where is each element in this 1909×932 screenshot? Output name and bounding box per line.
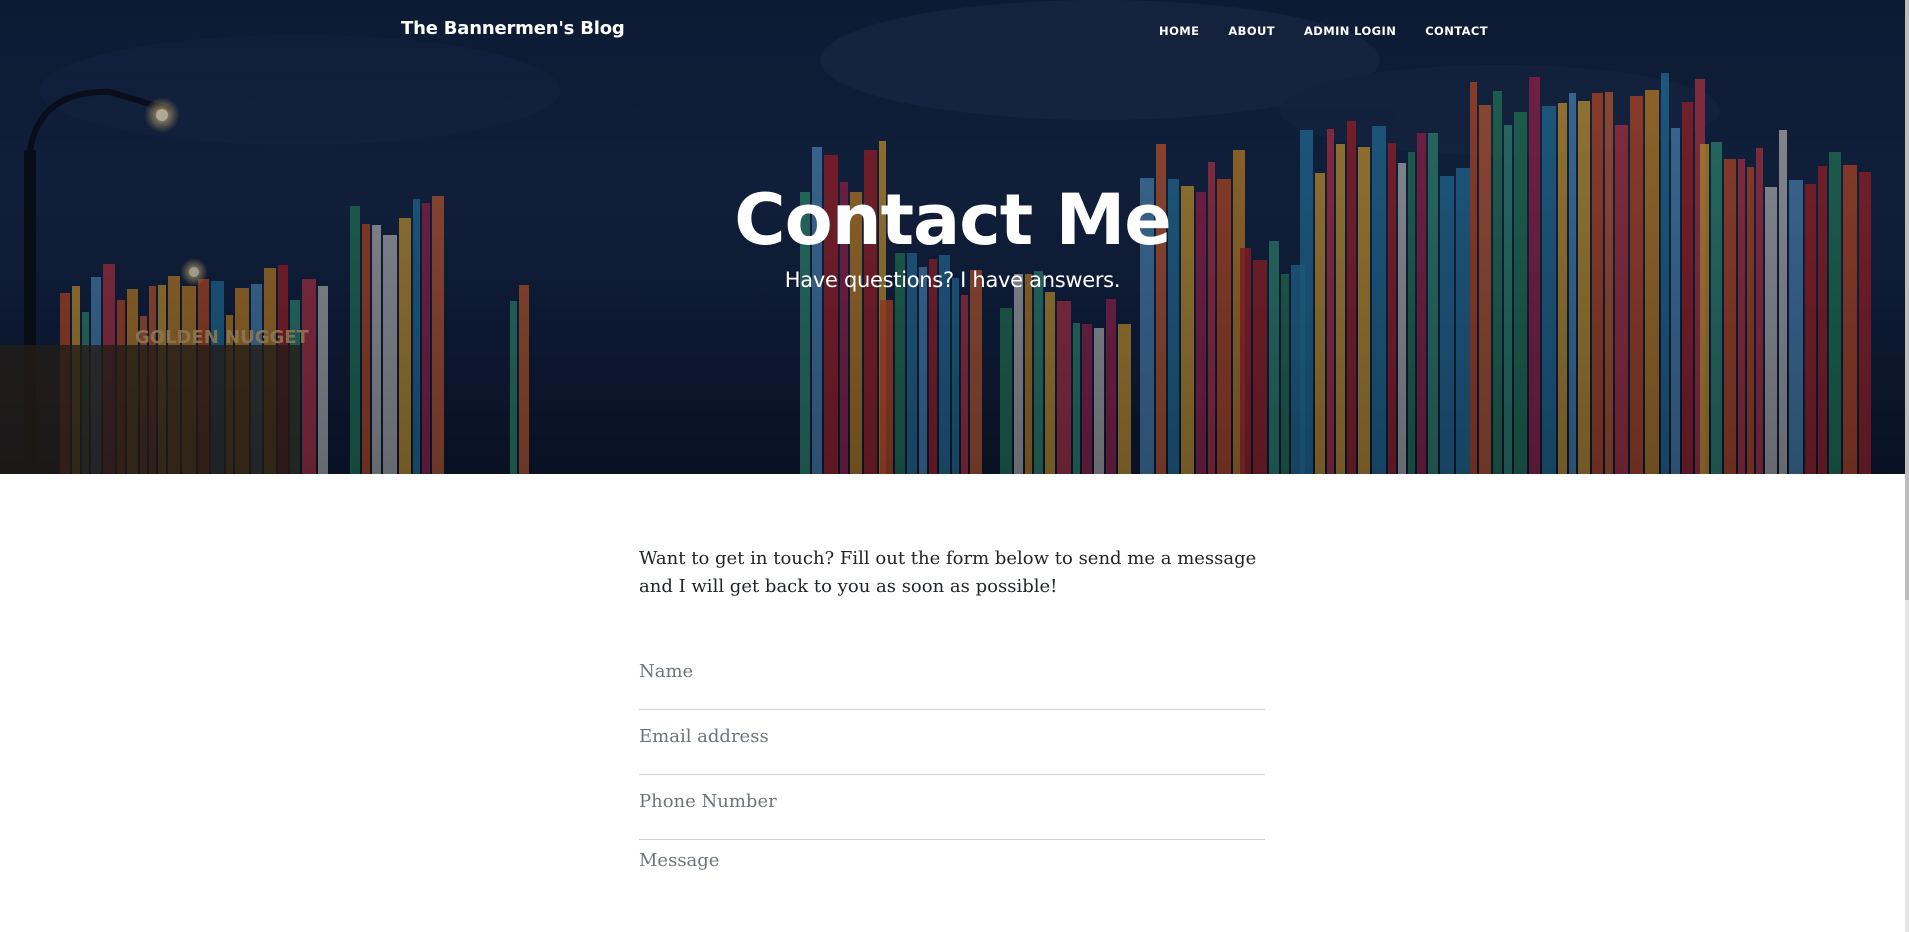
email-field-group [639,710,1265,775]
nav-about-link[interactable]: ABOUT [1228,24,1275,38]
scrollbar-thumb[interactable] [1905,0,1909,600]
contact-intro-text: Want to get in touch? Fill out the form … [639,548,1257,597]
name-input[interactable] [639,655,1265,687]
nav-contact-link[interactable]: CONTACT [1425,24,1488,38]
nav-links: HOME ABOUT ADMIN LOGIN CONTACT [1159,24,1488,38]
nav-home-link[interactable]: HOME [1159,24,1199,38]
phone-field-group [639,775,1265,840]
page-scrollbar[interactable] [1905,0,1909,932]
message-textarea[interactable] [639,850,1265,882]
site-brand-link[interactable]: The Bannermen's Blog [401,18,625,39]
email-input[interactable] [639,720,1265,752]
hero-header: GOLDEN NUGGET The Bannermen's Blog HOME … [0,0,1905,474]
page-subtitle: Have questions? I have answers. [784,268,1121,292]
page-heading: Contact Me Have questions? I have answer… [0,178,1905,292]
nav-admin-login-link[interactable]: ADMIN LOGIN [1304,24,1396,38]
page-title: Contact Me [734,179,1171,261]
phone-input[interactable] [639,785,1265,817]
navbar: The Bannermen's Blog HOME ABOUT ADMIN LO… [0,0,1905,64]
name-field-group [639,645,1265,710]
message-field-group [639,840,1265,905]
contact-form [639,645,1265,905]
contact-section: Want to get in touch? Fill out the form … [639,545,1265,905]
